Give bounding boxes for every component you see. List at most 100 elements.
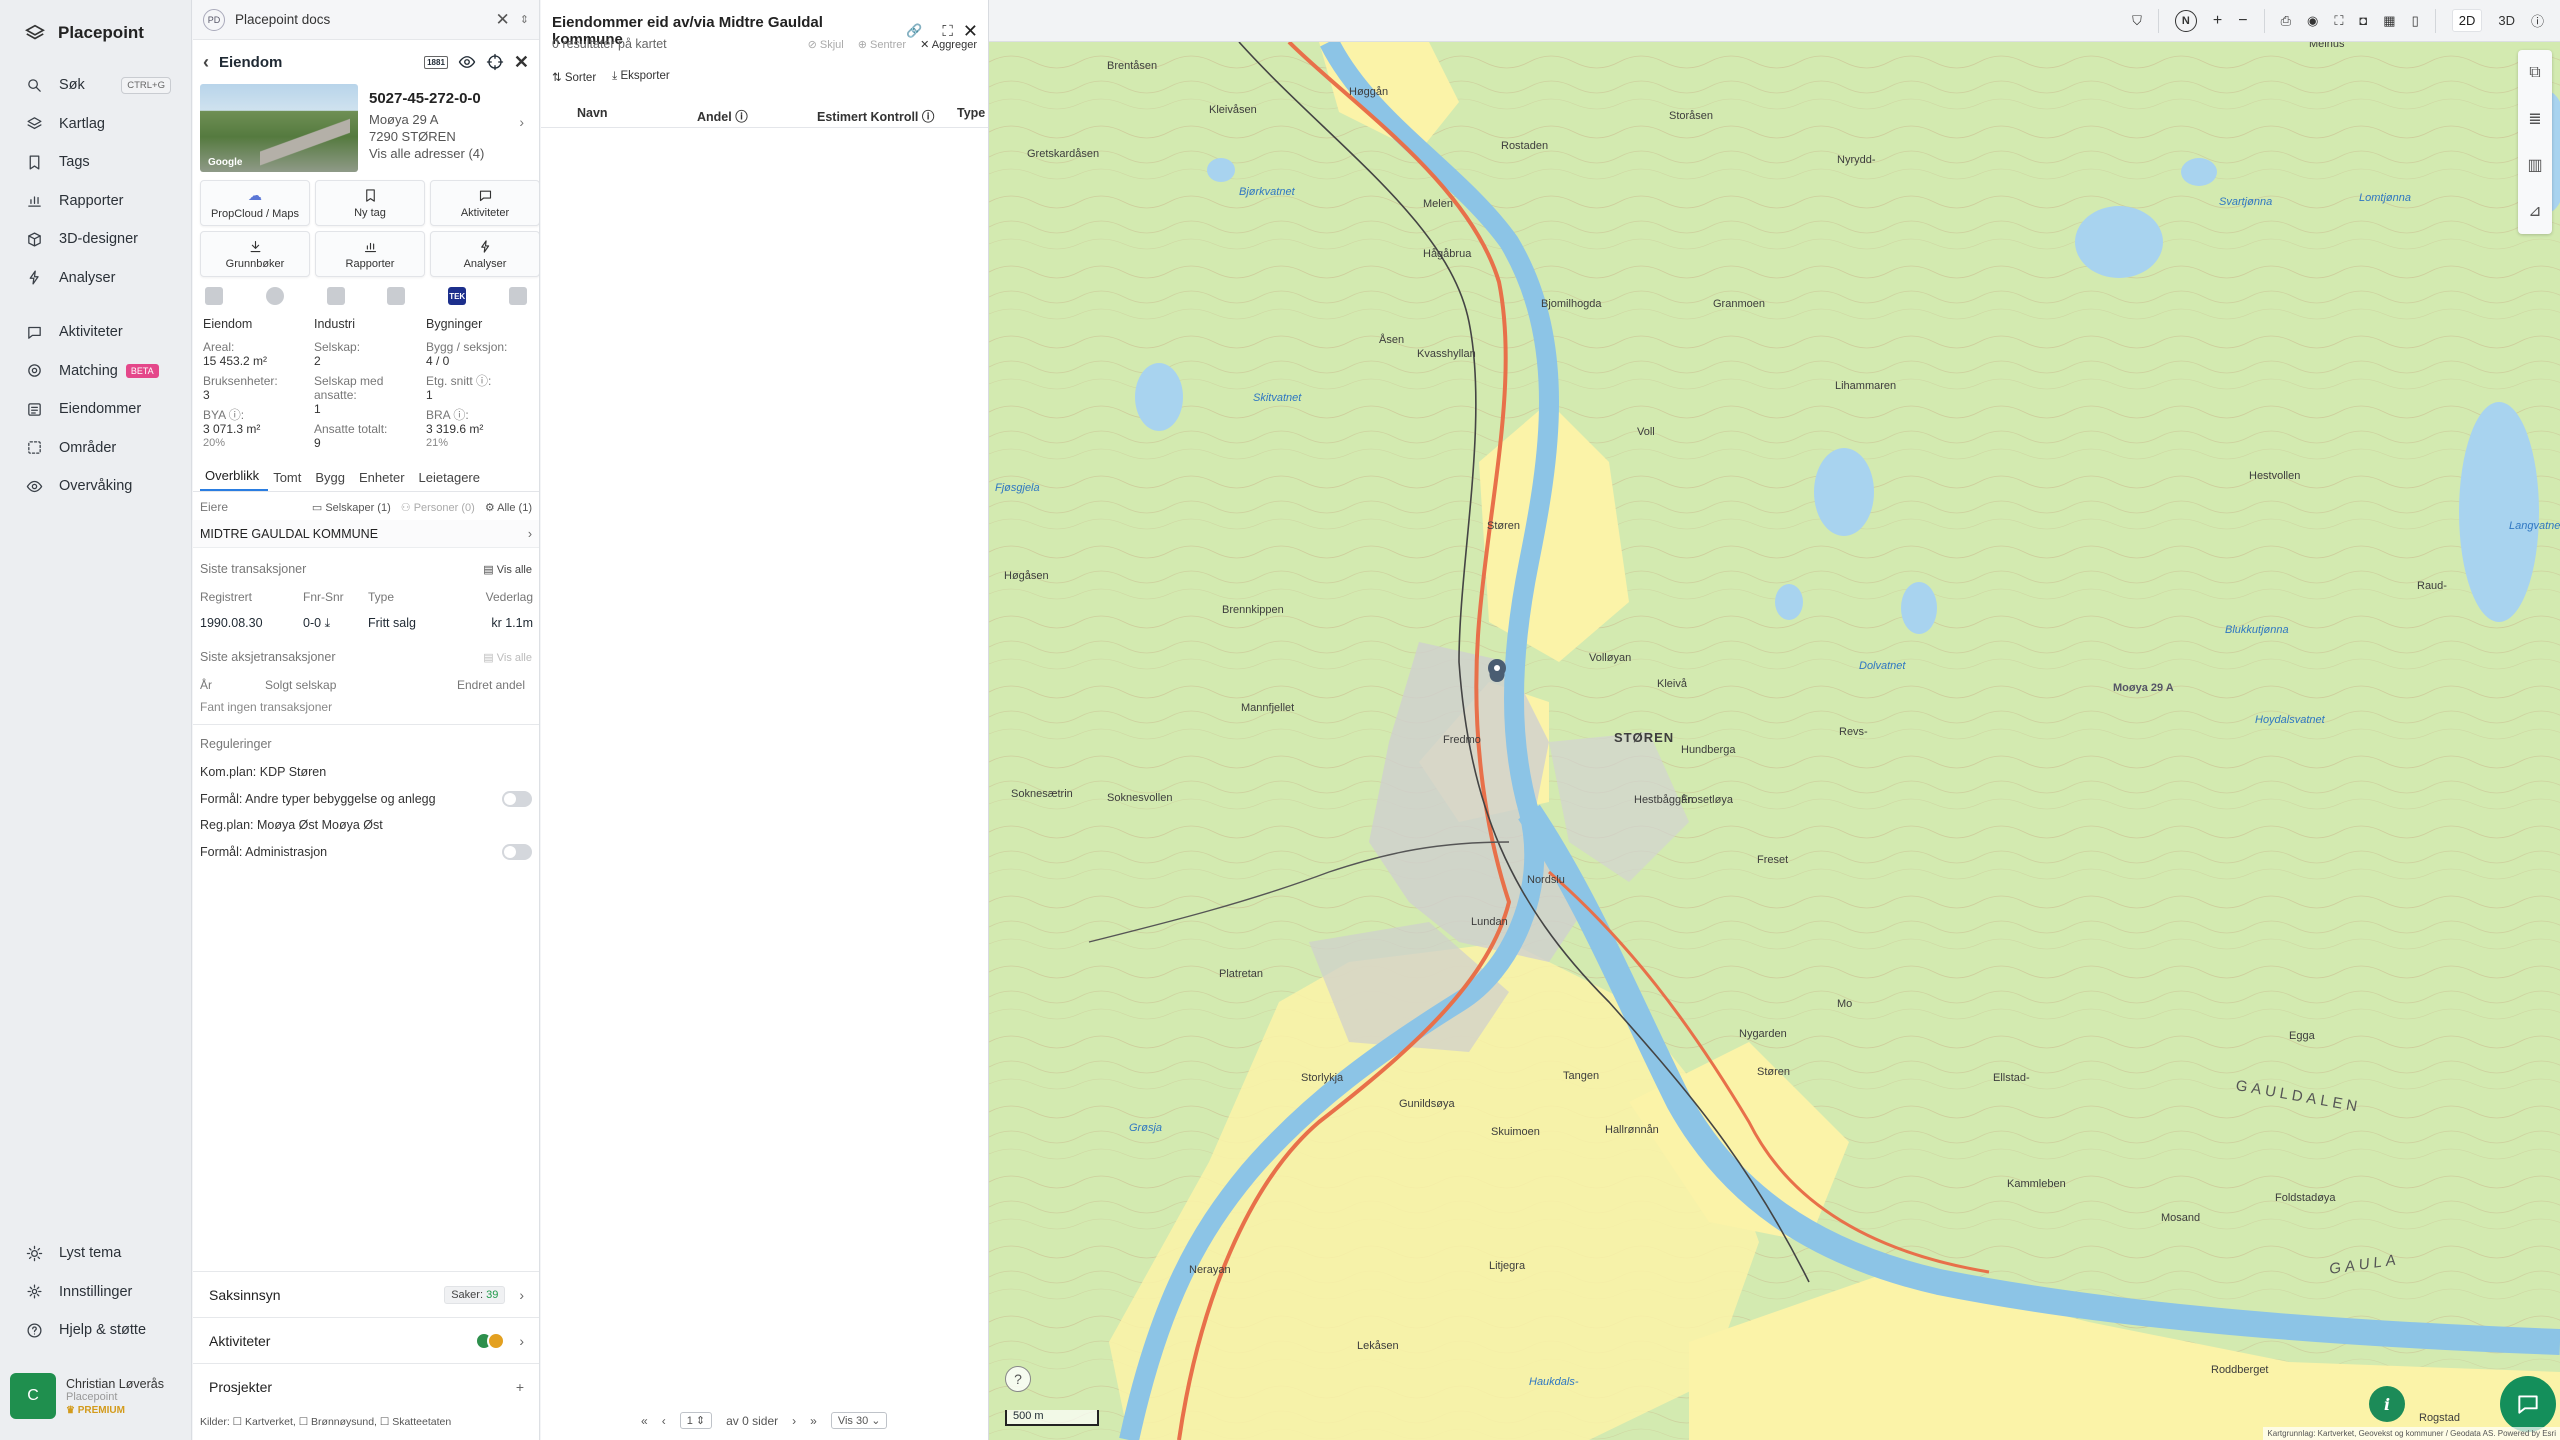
- chart-tool-icon[interactable]: ▥: [2527, 142, 2542, 188]
- doc-tab[interactable]: PD Placepoint docs ✕ ⇕: [193, 0, 539, 40]
- nav-item-help[interactable]: Hjelp & støtte: [0, 1311, 191, 1350]
- source-house-icon[interactable]: [508, 287, 527, 305]
- close-panel-icon[interactable]: ✕: [514, 52, 529, 73]
- source-tek-icon[interactable]: TEK: [448, 287, 467, 305]
- filter-companies[interactable]: ▭ Selskaper (1): [312, 501, 391, 514]
- nav-item-light-theme[interactable]: Lyst tema: [0, 1234, 191, 1273]
- last-page-icon[interactable]: »: [810, 1414, 817, 1428]
- street-view-image[interactable]: Google: [200, 84, 358, 172]
- new-tag-button[interactable]: Ny tag: [315, 180, 425, 226]
- filter-all[interactable]: ⚙ Alle (1): [485, 501, 532, 514]
- nav-item-settings[interactable]: Innstillinger: [0, 1273, 191, 1312]
- 1881-badge-icon[interactable]: 1881: [424, 55, 448, 69]
- close-doc-tab-icon[interactable]: ✕: [496, 10, 510, 30]
- back-icon[interactable]: ‹: [203, 52, 209, 73]
- filter-label: Personer (0): [413, 501, 475, 514]
- sort-button[interactable]: ⇅ Sorter: [552, 70, 596, 84]
- nav-item-reports[interactable]: Rapporter: [0, 182, 191, 221]
- tab-units[interactable]: Enheter: [354, 470, 414, 491]
- expand-collapse-icon[interactable]: ⇕: [520, 13, 529, 26]
- saksinnsyn-accordion[interactable]: Saksinnsyn Saker: 39 ›: [193, 1271, 539, 1317]
- prev-page-icon[interactable]: ‹: [662, 1414, 666, 1428]
- zoom-out-icon[interactable]: −: [2238, 12, 2247, 30]
- measure-tool-icon[interactable]: ⊿: [2528, 188, 2541, 234]
- eye-icon[interactable]: [458, 53, 476, 71]
- mode-3d-button[interactable]: 3D: [2498, 13, 2515, 28]
- source-br-icon[interactable]: [205, 287, 223, 305]
- center-button[interactable]: ⊕ Sentrer: [858, 38, 906, 51]
- eye-icon[interactable]: ◉: [2307, 13, 2318, 29]
- fullscreen-icon[interactable]: ⛶: [2334, 13, 2343, 29]
- first-page-icon[interactable]: «: [641, 1414, 648, 1428]
- tab-buildings[interactable]: Bygg: [310, 470, 354, 491]
- nav-item-matching[interactable]: Matching BETA: [0, 352, 191, 391]
- show-all-transactions-link[interactable]: ▤ Vis alle: [483, 563, 532, 576]
- nav-item-properties[interactable]: Eiendommer: [0, 390, 191, 429]
- user-card[interactable]: C Christian Løverås Placepoint ♛ PREMIUM: [10, 1368, 186, 1424]
- map-canvas[interactable]: Brentåsen Høggån Melhus Kleivåsen Gretsk…: [989, 42, 2560, 1440]
- camera-icon[interactable]: ◘: [2359, 13, 2367, 28]
- aggregate-button[interactable]: ✕ Aggreger: [920, 38, 977, 51]
- all-addresses-link[interactable]: Vis alle adresser (4): [369, 144, 532, 163]
- brand[interactable]: Placepoint: [0, 0, 191, 66]
- source-globe-icon[interactable]: [265, 287, 284, 305]
- filter-persons[interactable]: ⚇ Personer (0): [401, 501, 475, 514]
- source-signal-icon[interactable]: [387, 287, 406, 305]
- map-label: Gretskardåsen: [1027, 148, 1100, 160]
- nav-item-layers[interactable]: Kartlag: [0, 105, 191, 144]
- layers-tool-icon[interactable]: ⧉: [2529, 50, 2540, 96]
- show-all-share-tx-link[interactable]: ▤ Vis alle: [483, 651, 532, 664]
- crown-icon: ♛: [66, 1404, 75, 1416]
- info-fab-icon[interactable]: i: [2369, 1386, 2405, 1422]
- chat-fab-icon[interactable]: [2500, 1376, 2556, 1432]
- analyses-button[interactable]: Analyser: [430, 231, 539, 277]
- stat-label: Ansatte totalt:: [314, 422, 388, 436]
- property-info[interactable]: 5027-45-272-0-0 Moøya 29 A 7290 STØREN V…: [369, 84, 532, 174]
- regulation-toggle[interactable]: [502, 790, 532, 807]
- owner-row[interactable]: MIDTRE GAULDAL KOMMUNE ›: [193, 520, 539, 548]
- tab-overview[interactable]: Overblikk: [200, 468, 269, 491]
- activities-button[interactable]: Aktiviteter: [430, 180, 539, 226]
- nav-item-areas[interactable]: Områder: [0, 429, 191, 468]
- shield-icon[interactable]: ⛉: [2132, 13, 2142, 29]
- zoom-in-icon[interactable]: +: [2213, 12, 2222, 30]
- map-help-icon[interactable]: ?: [1005, 1366, 1031, 1392]
- plus-icon[interactable]: +: [516, 1379, 524, 1395]
- table-cell[interactable]: 0-0 ⤓: [303, 610, 368, 636]
- owner-name: MIDTRE GAULDAL KOMMUNE: [200, 526, 379, 541]
- tab-tenants[interactable]: Leietagere: [414, 470, 489, 491]
- mode-2d-button[interactable]: 2D: [2451, 9, 2483, 32]
- nav-item-monitoring[interactable]: Overvåking: [0, 467, 191, 506]
- next-page-icon[interactable]: ›: [792, 1414, 796, 1428]
- regulation-toggle[interactable]: [502, 843, 532, 860]
- nav-item-3d-designer[interactable]: 3D-designer: [0, 220, 191, 259]
- stack-tool-icon[interactable]: ≣: [2528, 96, 2541, 142]
- per-page-value: Vis 30: [837, 1415, 869, 1427]
- hide-button[interactable]: ⊘ Skjul: [808, 38, 844, 51]
- land-registry-button[interactable]: Grunnbøker: [200, 231, 310, 277]
- info-icon[interactable]: ⓘ: [2531, 11, 2544, 30]
- per-page-select[interactable]: Vis 30 ⌄: [830, 1412, 888, 1429]
- column-header-share[interactable]: Andel ⓘ: [697, 106, 817, 127]
- grid-icon[interactable]: ▦: [2383, 13, 2395, 29]
- download-icon[interactable]: ⤓: [325, 616, 331, 630]
- bookmark-icon[interactable]: ▯: [2412, 13, 2419, 29]
- reports-button[interactable]: Rapporter: [315, 231, 425, 277]
- tab-plot[interactable]: Tomt: [268, 470, 310, 491]
- projects-accordion[interactable]: Prosjekter +: [193, 1363, 539, 1409]
- activities-accordion[interactable]: Aktiviteter ›: [193, 1317, 539, 1363]
- crosshair-icon[interactable]: [486, 53, 504, 71]
- nav-item-tags[interactable]: Tags: [0, 143, 191, 182]
- print-icon[interactable]: ⎙: [2281, 13, 2291, 29]
- page-select[interactable]: 1 ⇕: [679, 1412, 713, 1429]
- propcloud-maps-button[interactable]: ☁ PropCloud / Maps: [200, 180, 310, 226]
- column-header-control[interactable]: Estimert Kontroll ⓘ: [817, 106, 957, 127]
- north-arrow-button[interactable]: N: [2174, 9, 2197, 32]
- export-button[interactable]: ⤓ Eksporter: [612, 70, 670, 84]
- source-plant-icon[interactable]: [326, 287, 345, 305]
- column-header-name[interactable]: Navn: [577, 106, 697, 127]
- nav-separator: [0, 297, 191, 313]
- nav-item-activities[interactable]: Aktiviteter: [0, 313, 191, 352]
- nav-item-analyses[interactable]: Analyser: [0, 259, 191, 298]
- nav-item-search[interactable]: Søk CTRL+G: [0, 66, 191, 105]
